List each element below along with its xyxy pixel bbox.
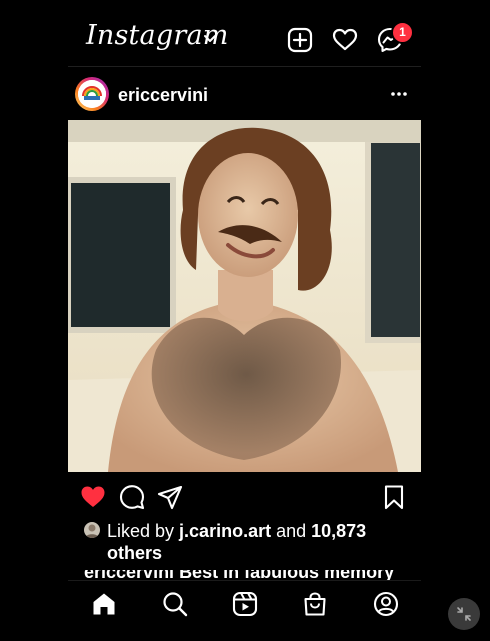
post-image	[68, 120, 421, 472]
notification-badge: 1	[391, 21, 414, 44]
bookmark-icon[interactable]	[381, 484, 407, 510]
shop-icon[interactable]	[302, 591, 328, 617]
likes-row: Liked by j.carino.art and 10,873 others	[68, 518, 421, 568]
liker-avatar[interactable]	[84, 522, 100, 538]
search-icon[interactable]	[162, 591, 188, 617]
bottom-navigation	[68, 580, 421, 641]
share-icon[interactable]	[157, 484, 183, 510]
more-options-icon[interactable]	[390, 89, 408, 99]
profile-icon[interactable]	[373, 591, 399, 617]
likes-summary[interactable]: Liked by j.carino.art and 10,873 others	[107, 520, 407, 564]
collapse-arrows-icon	[457, 607, 471, 621]
heart-filled-icon[interactable]	[80, 484, 106, 510]
avatar-image	[78, 80, 106, 108]
post-header: ericcervini	[68, 74, 421, 118]
top-bar: Instagram 1	[68, 0, 421, 67]
liked-by-prefix: Liked by	[107, 521, 180, 541]
home-icon[interactable]	[91, 591, 117, 617]
chevron-down-icon[interactable]	[202, 30, 218, 46]
post-photo[interactable]	[68, 120, 421, 472]
post-actions	[68, 480, 421, 512]
comment-icon[interactable]	[119, 484, 145, 510]
reels-icon[interactable]	[232, 591, 258, 617]
exit-fullscreen-button[interactable]	[448, 598, 480, 630]
post-username[interactable]: ericcervini	[118, 85, 208, 106]
liked-by-mid: and	[271, 521, 312, 541]
avatar-logo-icon	[78, 80, 106, 108]
heart-icon[interactable]	[332, 27, 358, 53]
liked-by-user[interactable]: j.carino.art	[179, 521, 271, 541]
likes-suffix[interactable]: others	[107, 543, 162, 563]
plus-square-icon[interactable]	[287, 27, 313, 53]
avatar[interactable]	[75, 77, 109, 111]
likes-count[interactable]: 10,873	[311, 521, 366, 541]
liker-avatar-image	[85, 524, 99, 538]
instagram-app: Instagram 1 ericcervini Liked by j.carin…	[68, 0, 421, 641]
